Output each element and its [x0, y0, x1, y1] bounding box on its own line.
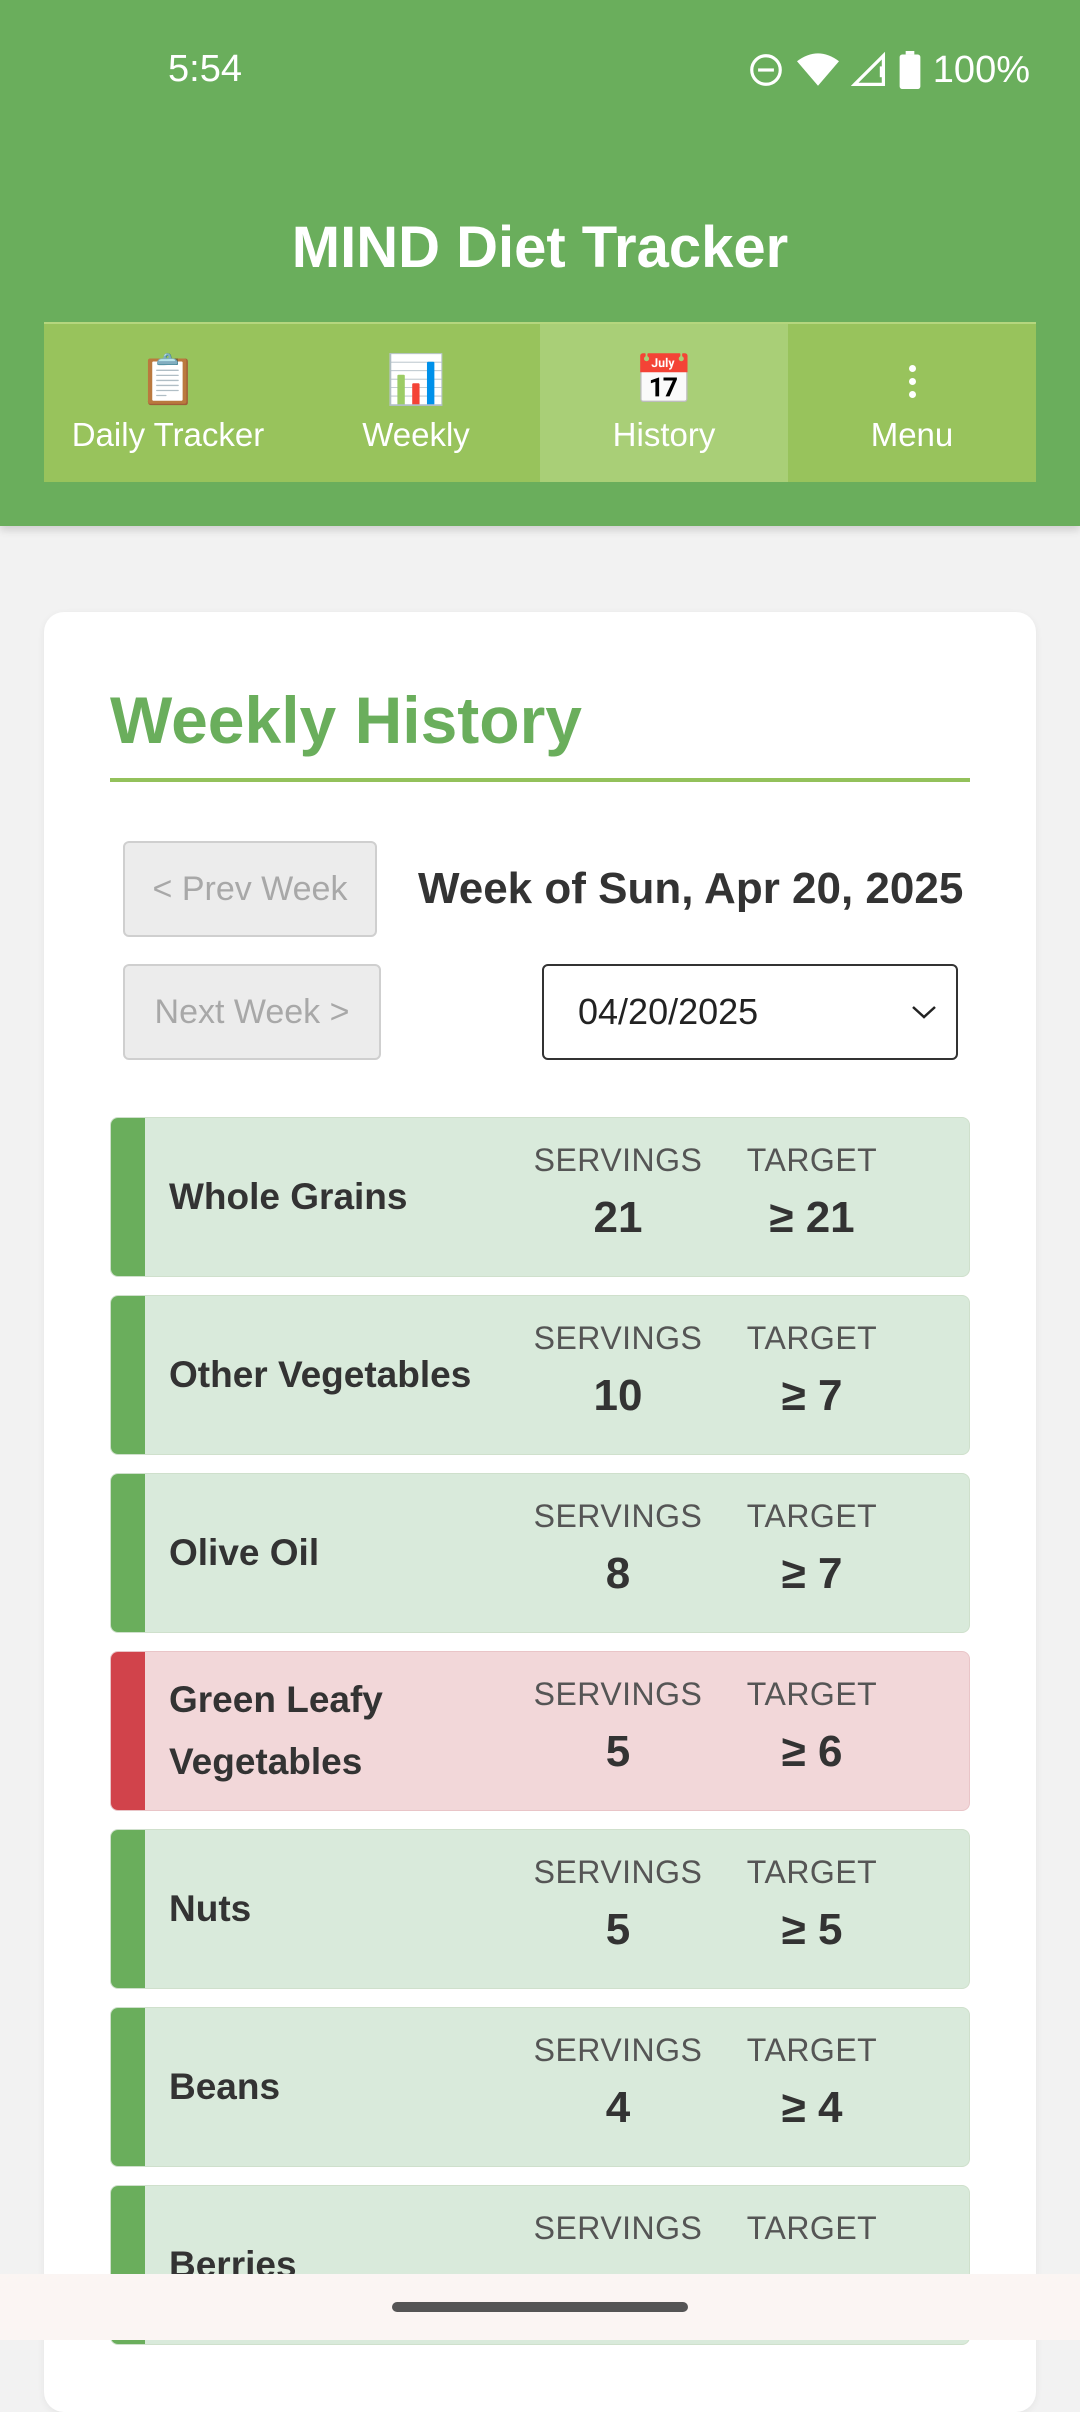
target-stat: TARGET ≥ 6 — [712, 1676, 912, 1777]
page-title: Weekly History — [110, 683, 582, 757]
status-stripe — [111, 1830, 145, 1988]
signal-icon — [850, 51, 885, 87]
tab-bar: 📋 Daily Tracker 📊 Weekly 📅 History Menu — [44, 322, 1036, 482]
tab-label: Menu — [870, 416, 954, 453]
prev-week-button[interactable]: < Prev Week — [123, 841, 377, 937]
tab-weekly[interactable]: 📊 Weekly — [292, 324, 540, 482]
status-stripe — [111, 1474, 145, 1632]
more-vertical-icon — [908, 352, 916, 410]
next-week-button[interactable]: Next Week > — [123, 964, 381, 1060]
status-icons: 100% — [747, 46, 1030, 94]
food-group-list: Whole Grains SERVINGS 21 TARGET ≥ 21 Oth… — [110, 1117, 970, 2363]
target-label: TARGET — [746, 1142, 878, 1178]
servings-label: SERVINGS — [533, 1676, 703, 1712]
app-title: MIND Diet Tracker — [291, 215, 789, 280]
status-stripe — [111, 1118, 145, 1276]
title-divider — [110, 778, 970, 782]
gesture-nav-bar — [0, 2274, 1080, 2340]
food-group-name: Whole Grains — [169, 1176, 408, 1217]
week-date-select[interactable]: 04/20/2025 — [542, 964, 958, 1060]
status-time: 5:54 — [168, 48, 242, 90]
servings-value: 10 — [593, 1371, 643, 1420]
target-value: ≥ 21 — [769, 1193, 855, 1242]
food-group-row: Beans SERVINGS 4 TARGET ≥ 4 — [110, 2007, 970, 2167]
food-group-name: Beans — [169, 2066, 281, 2107]
target-label: TARGET — [746, 1676, 878, 1712]
target-stat: TARGET — [712, 2210, 912, 2261]
chevron-down-icon — [912, 1006, 936, 1019]
servings-label: SERVINGS — [533, 1498, 703, 1534]
target-label: TARGET — [746, 1498, 878, 1534]
food-group-name: Nuts — [169, 1888, 252, 1929]
weekly-history-card: Weekly History < Prev Week Week of Sun, … — [44, 612, 1036, 2412]
target-stat: TARGET ≥ 21 — [712, 1142, 912, 1243]
app-header: 5:54 100% MIND Diet Tracker 📋 Daily Trac… — [0, 0, 1080, 526]
do-not-disturb-icon — [749, 54, 782, 86]
status-stripe — [111, 2008, 145, 2166]
tab-daily-tracker[interactable]: 📋 Daily Tracker — [44, 324, 292, 482]
servings-stat: SERVINGS 10 — [518, 1320, 718, 1421]
target-value: ≥ 7 — [781, 1371, 843, 1420]
bar-chart-icon: 📊 — [386, 354, 446, 407]
target-value: ≥ 4 — [781, 2083, 843, 2132]
target-stat: TARGET ≥ 4 — [712, 2032, 912, 2133]
servings-label: SERVINGS — [533, 2032, 703, 2068]
food-group-row: Other Vegetables SERVINGS 10 TARGET ≥ 7 — [110, 1295, 970, 1455]
servings-stat: SERVINGS 4 — [518, 2032, 718, 2133]
clipboard-icon: 📋 — [138, 354, 198, 407]
calendar-icon: 📅 — [634, 354, 694, 407]
servings-stat: SERVINGS 21 — [518, 1142, 718, 1243]
food-group-row: Olive Oil SERVINGS 8 TARGET ≥ 7 — [110, 1473, 970, 1633]
wifi-icon — [796, 53, 839, 86]
servings-value: 8 — [605, 1549, 631, 1598]
food-group-row: Whole Grains SERVINGS 21 TARGET ≥ 21 — [110, 1117, 970, 1277]
food-group-name: Other Vegetables — [169, 1354, 472, 1395]
target-stat: TARGET ≥ 7 — [712, 1498, 912, 1599]
tab-label: Daily Tracker — [71, 416, 265, 453]
week-label: Week of Sun, Apr 20, 2025 — [418, 864, 964, 913]
servings-value: 5 — [605, 1727, 631, 1776]
servings-value: 21 — [593, 1193, 643, 1242]
status-stripe — [111, 1296, 145, 1454]
battery-icon — [899, 51, 921, 89]
tab-label: Weekly — [362, 416, 470, 453]
servings-value: 4 — [605, 2083, 631, 2132]
date-value: 04/20/2025 — [578, 991, 759, 1032]
servings-label: SERVINGS — [533, 2210, 703, 2246]
servings-label: SERVINGS — [533, 1142, 703, 1178]
servings-label: SERVINGS — [533, 1320, 703, 1356]
food-group-row: Nuts SERVINGS 5 TARGET ≥ 5 — [110, 1829, 970, 1989]
target-stat: TARGET ≥ 5 — [712, 1854, 912, 1955]
home-handle[interactable] — [392, 2302, 688, 2312]
target-label: TARGET — [746, 2210, 878, 2246]
target-label: TARGET — [746, 1854, 878, 1890]
target-value: ≥ 6 — [781, 1727, 843, 1776]
target-value: ≥ 5 — [781, 1905, 843, 1954]
target-label: TARGET — [746, 1320, 878, 1356]
food-group-name: Olive Oil — [169, 1532, 320, 1573]
food-group-row: Green Leafy Vegetables SERVINGS 5 TARGET… — [110, 1651, 970, 1811]
battery-percent: 100% — [932, 48, 1030, 91]
tab-label: History — [612, 416, 716, 453]
tab-menu[interactable]: Menu — [788, 324, 1036, 482]
status-stripe — [111, 1652, 145, 1810]
status-bar: 5:54 100% — [0, 0, 1080, 140]
tab-history[interactable]: 📅 History — [540, 324, 788, 482]
servings-stat: SERVINGS — [518, 2210, 718, 2261]
servings-stat: SERVINGS 5 — [518, 1854, 718, 1955]
servings-stat: SERVINGS 5 — [518, 1676, 718, 1777]
food-group-name: Green Leafy Vegetables — [169, 1679, 383, 1782]
target-value: ≥ 7 — [781, 1549, 843, 1598]
target-stat: TARGET ≥ 7 — [712, 1320, 912, 1421]
servings-value: 5 — [605, 1905, 631, 1954]
servings-stat: SERVINGS 8 — [518, 1498, 718, 1599]
servings-label: SERVINGS — [533, 1854, 703, 1890]
target-label: TARGET — [746, 2032, 878, 2068]
